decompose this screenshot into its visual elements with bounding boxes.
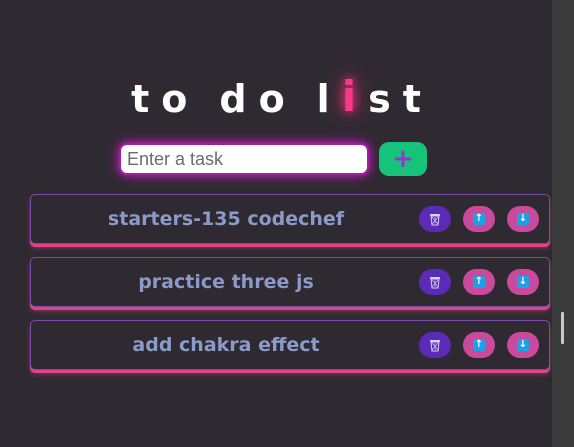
move-up-button[interactable]: ↑ bbox=[463, 332, 495, 358]
task-text: add chakra effect bbox=[132, 334, 320, 356]
task-input-row: + bbox=[119, 142, 427, 176]
arrow-up-icon: ↑ bbox=[473, 339, 485, 351]
title-letter: l bbox=[316, 77, 330, 121]
title-letter: o bbox=[161, 77, 188, 121]
app-title: t o d o l i s t bbox=[0, 58, 552, 121]
delete-task-button[interactable] bbox=[419, 206, 451, 232]
app-main: t o d o l i s t + starters-135 codechef bbox=[0, 0, 552, 447]
arrow-up-icon: ↑ bbox=[473, 213, 485, 225]
task-item: practice three js ↑ ↓ bbox=[30, 257, 550, 307]
move-down-button[interactable]: ↓ bbox=[507, 332, 539, 358]
vertical-scrollbar[interactable] bbox=[552, 0, 574, 447]
scrollbar-thumb[interactable] bbox=[561, 312, 564, 344]
delete-task-button[interactable] bbox=[419, 269, 451, 295]
trash-icon bbox=[430, 214, 440, 226]
title-letter: t bbox=[402, 77, 421, 121]
delete-task-button[interactable] bbox=[419, 332, 451, 358]
arrow-up-icon: ↑ bbox=[473, 276, 485, 288]
task-text: practice three js bbox=[138, 271, 314, 293]
title-letter: s bbox=[368, 77, 391, 121]
title-word-to: t o bbox=[125, 80, 193, 118]
title-letter: o bbox=[258, 77, 285, 121]
arrow-down-icon: ↓ bbox=[517, 339, 529, 351]
title-word-list: l i s t bbox=[311, 72, 427, 121]
move-down-button[interactable]: ↓ bbox=[507, 269, 539, 295]
arrow-down-icon: ↓ bbox=[517, 276, 529, 288]
task-input[interactable] bbox=[119, 143, 369, 175]
title-word-do: d o bbox=[213, 80, 290, 118]
title-letter: d bbox=[219, 77, 247, 121]
title-letter-accent: i bbox=[341, 72, 357, 121]
task-text: starters-135 codechef bbox=[107, 208, 345, 230]
move-down-button[interactable]: ↓ bbox=[507, 206, 539, 232]
trash-icon bbox=[430, 277, 440, 289]
task-item: starters-135 codechef ↑ ↓ bbox=[30, 194, 550, 244]
arrow-down-icon: ↓ bbox=[517, 213, 529, 225]
plus-icon: + bbox=[392, 144, 414, 174]
move-up-button[interactable]: ↑ bbox=[463, 269, 495, 295]
move-up-button[interactable]: ↑ bbox=[463, 206, 495, 232]
add-task-button[interactable]: + bbox=[379, 142, 427, 176]
title-letter: t bbox=[131, 77, 150, 121]
task-item: add chakra effect ↑ ↓ bbox=[30, 320, 550, 370]
trash-icon bbox=[430, 340, 440, 352]
